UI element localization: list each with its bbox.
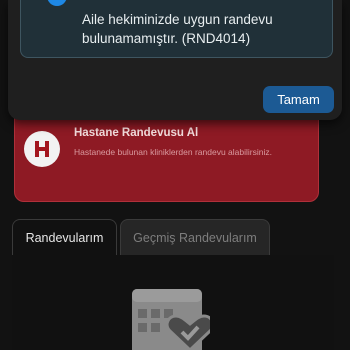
tab-past-appointments-label: Geçmiş Randevularım <box>133 230 257 245</box>
hospital-appointment-card[interactable]: Hastane Randevusu Al Hastanede bulunan k… <box>14 116 319 202</box>
tab-appointments[interactable]: Randevularım <box>12 219 117 255</box>
tab-appointments-label: Randevularım <box>25 230 104 245</box>
hospital-card-title: Hastane Randevusu Al <box>74 127 199 139</box>
alert-message: Aile hekiminizde uygun randevu bulunamam… <box>82 12 273 46</box>
hospital-logo-icon <box>24 131 60 167</box>
tab-past-appointments[interactable]: Geçmiş Randevularım <box>120 219 270 255</box>
info-icon <box>47 0 67 6</box>
calendar-heart-icon <box>132 289 210 350</box>
hospital-h-glyph <box>35 141 49 157</box>
alert-dialog: Aile hekiminizde uygun randevu bulunamam… <box>8 0 342 120</box>
ok-button[interactable]: Tamam <box>263 86 334 113</box>
alert-message-box: Aile hekiminizde uygun randevu bulunamam… <box>20 0 333 58</box>
hospital-card-subtitle: Hastanede bulunan kliniklerden randevu a… <box>74 147 272 157</box>
